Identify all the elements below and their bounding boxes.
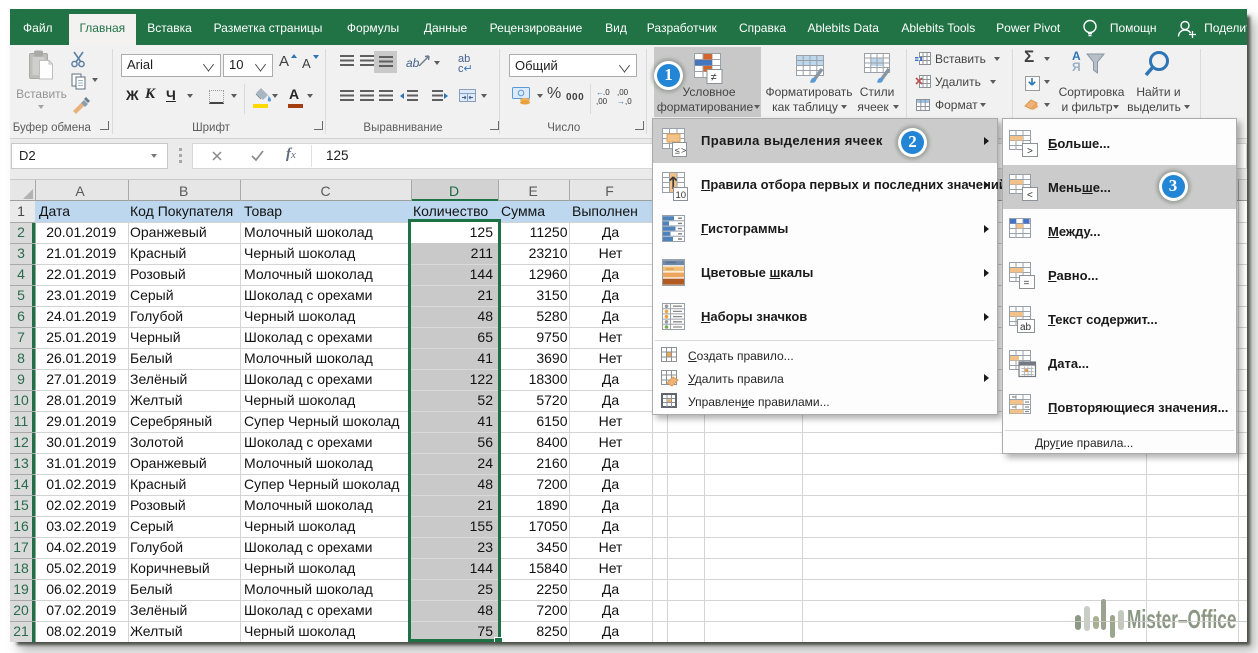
svg-text:>: >	[1027, 146, 1033, 157]
svg-text:<: <	[1027, 190, 1033, 201]
svg-text:ab: ab	[1020, 322, 1032, 333]
svg-text:>: >	[681, 146, 686, 156]
svg-text:.0: .0	[603, 88, 610, 97]
svg-text:≠: ≠	[711, 72, 717, 84]
svg-text:10: 10	[676, 190, 687, 201]
svg-text:,0: ,0	[625, 97, 632, 105]
svg-text:,00: ,00	[617, 88, 629, 97]
svg-text:→: →	[617, 97, 625, 105]
svg-text:=: =	[1024, 278, 1030, 289]
svg-text:,00: ,00	[596, 97, 608, 105]
svg-text:≤: ≤	[675, 146, 680, 156]
